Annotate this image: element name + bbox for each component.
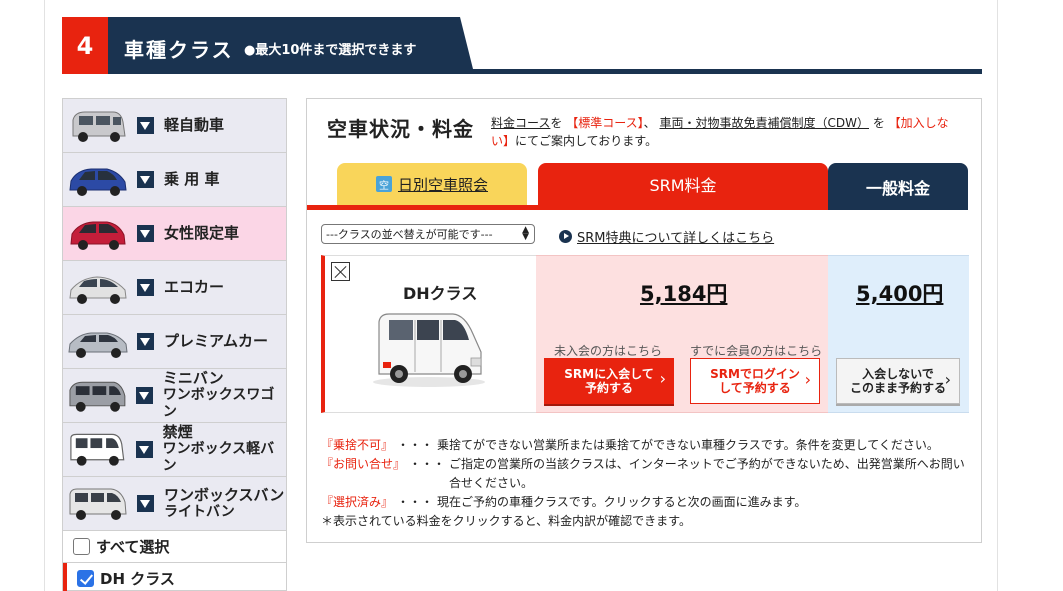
tab-srm-price[interactable]: SRM料金 xyxy=(538,163,828,205)
eco-car-icon xyxy=(69,275,127,304)
select-arrows-icon: ▲ ▼ xyxy=(522,225,529,242)
member-label: すでに会員の方はこちら xyxy=(690,344,823,358)
general-price[interactable]: 5,400円 xyxy=(856,278,943,308)
class-info-cell[interactable]: DHクラス xyxy=(321,255,536,413)
class-sidebar: 軽自動車 乗 用 車 女性限定車 エコカー プレミアムカー ミニバン ワンボック… xyxy=(62,98,287,591)
expand-arrow-icon xyxy=(137,117,154,134)
category-label: 軽自動車 xyxy=(164,116,225,134)
join-and-reserve-button[interactable]: SRMに入会して 予約する › xyxy=(544,358,674,404)
availability-panel: 空車状況・料金 料金コースを 【標準コース】、 車両・対物事故免責補償制度（CD… xyxy=(306,98,982,543)
expand-arrow-icon xyxy=(137,495,154,512)
category-sublabel: ワンボックスワゴン xyxy=(162,387,275,420)
van-image xyxy=(373,313,485,387)
panel-title: 空車状況・料金 xyxy=(327,117,474,141)
tab-daily-label: 日別空車照会 xyxy=(397,175,488,194)
category-sublabel: ワンボックス軽バン xyxy=(162,441,275,474)
standard-course-label: 【標準コース】 xyxy=(566,116,644,130)
chevron-right-icon: › xyxy=(804,370,811,389)
category-label: 禁煙 xyxy=(162,423,193,441)
expand-arrow-icon xyxy=(137,333,154,350)
chevron-right-icon: › xyxy=(944,370,951,389)
chevron-right-icon: › xyxy=(659,369,666,388)
compact-car-icon xyxy=(70,221,126,250)
category-label: ミニバン xyxy=(162,369,224,387)
login-and-reserve-button[interactable]: SRMでログイン して予約する › xyxy=(690,358,820,404)
note-item: 『お問い合せ』 ・・・ ご指定の営業所の当該クラスは、インターネットでご予約ができな… xyxy=(321,457,965,490)
category-label: 女性限定車 xyxy=(164,224,240,242)
expand-arrow-icon xyxy=(137,279,154,296)
section-note: ●最大10件まで選択できます xyxy=(244,43,417,58)
srm-benefit-link[interactable]: SRM特典について詳しくはこちら xyxy=(559,227,774,246)
premium-car-icon xyxy=(68,332,128,358)
select-all-checkbox[interactable] xyxy=(73,538,90,555)
category-eco[interactable]: エコカー xyxy=(63,261,286,315)
nonsmoking-van-icon xyxy=(70,433,125,466)
general-price-cell: 5,400円 入会しないで このまま予約する › xyxy=(828,255,969,413)
category-nonsmoking[interactable]: 禁煙 ワンボックス軽バン xyxy=(63,423,286,477)
minivan-icon xyxy=(69,381,126,412)
note-item: 『乗捨不可』 ・・・ 乗捨てができない営業所または乗捨てができない車種クラスです。条… xyxy=(321,438,939,452)
class-row: DHクラス 5,184円 未入会の方はこちら すでに会員の方はこちら SRMに入… xyxy=(321,255,969,413)
category-kei[interactable]: 軽自動車 xyxy=(63,99,286,153)
category-label: エコカー xyxy=(164,278,225,296)
nonmember-label: 未入会の方はこちら xyxy=(554,344,663,358)
category-sedan[interactable]: 乗 用 車 xyxy=(63,153,286,207)
play-icon xyxy=(559,230,572,243)
srm-price-cell: 5,184円 未入会の方はこちら すでに会員の方はこちら SRMに入会して 予約す… xyxy=(536,255,828,413)
expand-arrow-icon xyxy=(137,171,154,188)
availability-icon: 空 xyxy=(375,176,392,192)
footnote: ＊表示されている料金をクリックすると、料金内訳が確認できます。 xyxy=(321,514,691,528)
select-all-row[interactable]: すべて選択 xyxy=(63,531,286,563)
light-van-icon xyxy=(69,488,127,520)
sort-select[interactable]: ---クラスの並べ替えが可能です--- ▲ ▼ xyxy=(321,224,535,244)
cdw-link[interactable]: 車両・対物事故免責補償制度（CDW） xyxy=(660,116,870,130)
reserve-without-joining-button[interactable]: 入会しないで このまま予約する › xyxy=(836,358,960,404)
section-number: 4 xyxy=(62,17,108,74)
tab-underline xyxy=(307,205,828,210)
section-underline xyxy=(108,69,982,74)
expand-arrow-icon xyxy=(135,387,153,404)
tab-general-price[interactable]: 一般料金 xyxy=(828,163,968,210)
sedan-car-icon xyxy=(69,168,127,196)
srm-price[interactable]: 5,184円 xyxy=(640,278,727,308)
category-sublabel: ライトバン xyxy=(164,503,235,520)
selected-class-item[interactable]: DH クラス xyxy=(63,563,286,591)
section-header: 4 車種クラス ●最大10件まで選択できます xyxy=(62,17,982,74)
class-checkbox[interactable] xyxy=(77,569,94,587)
category-label: プレミアムカー xyxy=(164,332,268,350)
select-all-label: すべて選択 xyxy=(96,538,170,556)
selected-class-label: DH クラス xyxy=(100,569,175,588)
category-female[interactable]: 女性限定車 xyxy=(63,207,286,261)
expand-arrow-icon xyxy=(137,225,154,242)
panel-description: 料金コースを 【標準コース】、 車両・対物事故免責補償制度（CDW） を 【加入… xyxy=(491,116,949,148)
category-label: ワンボックスバン xyxy=(164,485,285,504)
expand-arrow-icon xyxy=(135,441,153,458)
kei-car-icon xyxy=(72,111,126,142)
legend-notes: 『乗捨不可』 ・・・ 乗捨てができない営業所または乗捨てができない車種クラスです。条… xyxy=(321,436,971,531)
broken-image-icon xyxy=(331,262,350,281)
category-label: 乗 用 車 xyxy=(164,170,220,188)
price-tabs: 空 日別空車照会 SRM料金 一般料金 xyxy=(307,163,981,210)
section-title: 車種クラス xyxy=(124,38,234,62)
course-link[interactable]: 料金コース xyxy=(491,116,550,130)
page-container: 4 車種クラス ●最大10件まで選択できます 軽自動車 乗 用 車 女性限定車 … xyxy=(44,0,998,591)
category-minivan[interactable]: ミニバン ワンボックスワゴン xyxy=(63,369,286,423)
category-lightvan[interactable]: ワンボックスバン ライトバン xyxy=(63,477,286,531)
tab-daily-availability[interactable]: 空 日別空車照会 xyxy=(337,163,527,205)
note-item: 『選択済み』 ・・・ 現在ご予約の車種クラスです。クリックすると次の画面に進みます。 xyxy=(321,495,807,509)
category-premium[interactable]: プレミアムカー xyxy=(63,315,286,369)
class-name: DHクラス xyxy=(403,284,478,303)
